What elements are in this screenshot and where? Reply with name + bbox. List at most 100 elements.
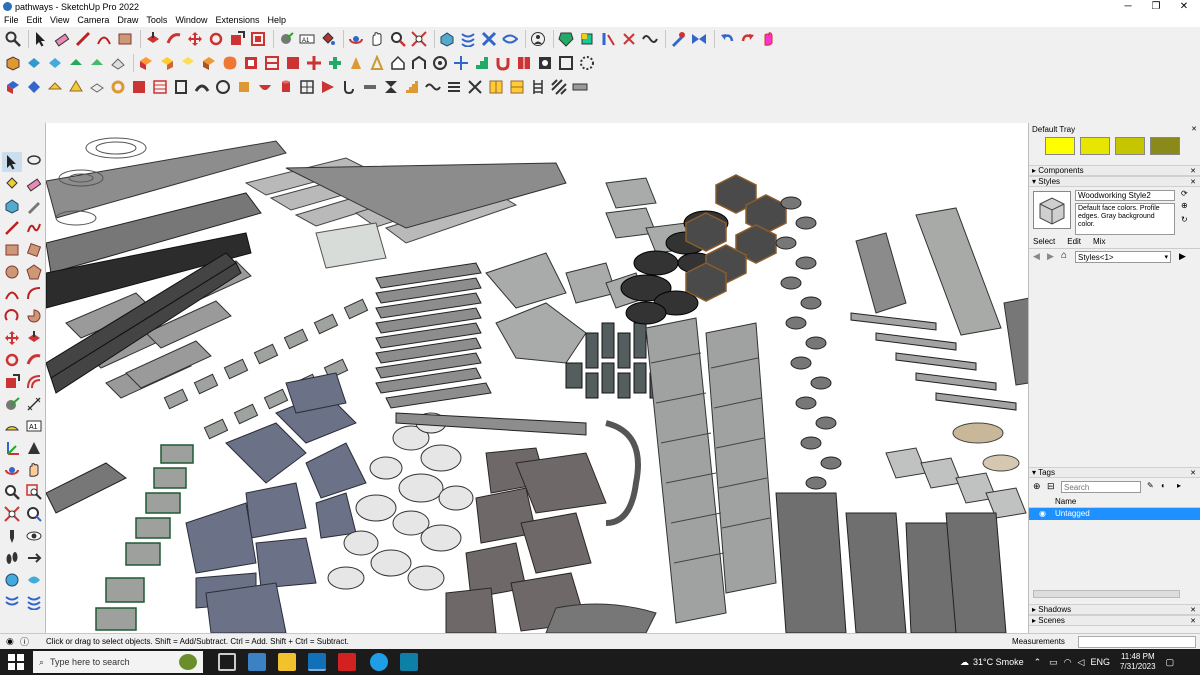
arc-tool-icon[interactable] xyxy=(2,284,22,304)
tags-panel-header[interactable]: ▾ Tags ✕ xyxy=(1029,467,1200,478)
shape-ladder-icon[interactable] xyxy=(529,78,547,96)
shape-stair-icon[interactable] xyxy=(403,78,421,96)
shape-ring-icon[interactable] xyxy=(109,78,127,96)
flip-edge-icon[interactable] xyxy=(242,54,260,72)
visibility-eye-icon[interactable]: ◉ xyxy=(1039,508,1046,520)
shape-square-icon[interactable] xyxy=(130,78,148,96)
tape-tool-icon[interactable] xyxy=(2,394,22,414)
shape-cylinder-icon[interactable] xyxy=(277,78,295,96)
arc-icon[interactable] xyxy=(95,30,113,48)
select-tool-icon[interactable] xyxy=(2,152,22,172)
eraser-icon[interactable] xyxy=(53,30,71,48)
taskbar-search-box[interactable]: ⌕ Type here to search xyxy=(33,651,203,673)
account-icon[interactable] xyxy=(529,30,547,48)
shadows-panel-header[interactable]: ▸ Shadows ✕ xyxy=(1029,604,1200,615)
tray-pin-icon[interactable]: ✕ xyxy=(1191,125,1197,133)
clock[interactable]: 11:48 PM 7/31/2023 xyxy=(1120,652,1156,672)
styles-panel-header[interactable]: ▾ Styles ✕ xyxy=(1029,176,1200,187)
plugin-magnet-icon[interactable] xyxy=(494,54,512,72)
section-plane-tool-icon[interactable] xyxy=(24,548,44,568)
plugin-hand-icon[interactable] xyxy=(760,30,778,48)
close-panel-icon[interactable]: ✕ xyxy=(1190,469,1196,477)
undo-icon[interactable] xyxy=(718,30,736,48)
stamp-icon[interactable] xyxy=(179,54,197,72)
plugin-b-tool-icon[interactable] xyxy=(24,570,44,590)
redo-icon[interactable] xyxy=(739,30,757,48)
zoom-tool-icon[interactable] xyxy=(2,482,22,502)
zoom-extents-icon[interactable] xyxy=(410,30,428,48)
overflow-chevron-icon[interactable]: ⌃ xyxy=(1034,657,1042,668)
swatch-1[interactable] xyxy=(1045,137,1075,155)
shape-diamond-icon[interactable] xyxy=(25,78,43,96)
line-pencil-icon[interactable] xyxy=(74,30,92,48)
shape-pipe-icon[interactable] xyxy=(193,78,211,96)
offset-icon[interactable] xyxy=(249,30,267,48)
back-arrow-icon[interactable]: ◀ xyxy=(1033,251,1040,262)
shape-arrowhead-icon[interactable] xyxy=(319,78,337,96)
extension-warehouse-icon[interactable] xyxy=(480,30,498,48)
color-by-tag-icon[interactable]: ◐ xyxy=(1161,481,1166,490)
shape-cut-icon[interactable] xyxy=(466,78,484,96)
swatch-4[interactable] xyxy=(1150,137,1181,155)
zoom-extents-tool-icon[interactable] xyxy=(2,504,22,524)
plugin-d-tool-icon[interactable] xyxy=(24,592,44,612)
plugin-box-icon[interactable] xyxy=(284,54,302,72)
add-tag-icon[interactable]: ⊕ xyxy=(1033,481,1041,492)
pie-tool-icon[interactable] xyxy=(24,306,44,326)
plugin-gem-icon[interactable] xyxy=(557,30,575,48)
dimension-tool-icon[interactable] xyxy=(24,394,44,414)
tab-mix[interactable]: Mix xyxy=(1093,237,1105,248)
plugin-puzzle-icon[interactable] xyxy=(536,54,554,72)
forward-arrow-icon[interactable]: ▶ xyxy=(1047,251,1054,262)
plugin-grid-icon[interactable] xyxy=(263,54,281,72)
line-tool-icon[interactable] xyxy=(2,218,22,238)
shape-wide-icon[interactable] xyxy=(571,78,589,96)
plugin-target-icon[interactable] xyxy=(431,54,449,72)
shape-grid2-icon[interactable] xyxy=(487,78,505,96)
windows-start-icon[interactable] xyxy=(8,654,24,673)
language-indicator[interactable]: ENG xyxy=(1090,657,1110,667)
styles-collection-dropdown[interactable]: Styles<1> ▾ xyxy=(1075,251,1171,263)
details-arrow-icon[interactable]: ▶ xyxy=(1179,251,1186,262)
drape-icon[interactable] xyxy=(200,54,218,72)
shape-panel-icon[interactable] xyxy=(172,78,190,96)
warehouse-icon[interactable] xyxy=(459,30,477,48)
rotate-tool-icon[interactable] xyxy=(2,350,22,370)
move-icon[interactable] xyxy=(186,30,204,48)
plugin-arrows-icon[interactable] xyxy=(620,30,638,48)
model-viewport[interactable] xyxy=(45,123,1028,633)
plugin-house-icon[interactable] xyxy=(389,54,407,72)
three-point-arc-tool-icon[interactable] xyxy=(2,306,22,326)
shape-wave-icon[interactable] xyxy=(424,78,442,96)
pan-tool-icon[interactable] xyxy=(24,460,44,480)
plugin-flag-icon[interactable] xyxy=(578,30,596,48)
pencil-tool-icon[interactable] xyxy=(24,196,44,216)
scale-icon[interactable] xyxy=(228,30,246,48)
subtract-icon[interactable] xyxy=(46,54,64,72)
plugin-roof-icon[interactable] xyxy=(410,54,428,72)
3d-text-tool-icon[interactable] xyxy=(24,438,44,458)
axes-tool-icon[interactable] xyxy=(2,438,22,458)
plugin-frame-icon[interactable] xyxy=(557,54,575,72)
tab-select[interactable]: Select xyxy=(1033,237,1055,248)
two-point-arc-tool-icon[interactable] xyxy=(24,284,44,304)
shape-crate-icon[interactable] xyxy=(508,78,526,96)
lasso-tool-icon[interactable] xyxy=(24,152,44,172)
freehand-tool-icon[interactable] xyxy=(24,218,44,238)
text-tool-icon[interactable]: A1 xyxy=(24,416,44,436)
geo-location-icon[interactable]: ◉ xyxy=(6,636,14,647)
plugin-triangle-icon[interactable] xyxy=(368,54,386,72)
previous-view-tool-icon[interactable] xyxy=(24,504,44,524)
pushpull-tool-icon[interactable] xyxy=(24,328,44,348)
home-icon[interactable]: ⌂ xyxy=(1061,250,1067,261)
task-view-icon[interactable] xyxy=(218,653,236,671)
shape-box-icon[interactable] xyxy=(4,78,22,96)
menu-edit[interactable]: Edit xyxy=(27,15,43,25)
orbit-icon[interactable] xyxy=(347,30,365,48)
plugin-tool-icon[interactable] xyxy=(669,30,687,48)
style-thumbnail[interactable] xyxy=(1033,191,1071,229)
measurements-input[interactable] xyxy=(1078,636,1196,648)
plugin-c-tool-icon[interactable] xyxy=(2,592,22,612)
look-around-tool-icon[interactable] xyxy=(24,526,44,546)
sketchup-layout-icon[interactable] xyxy=(400,653,418,671)
